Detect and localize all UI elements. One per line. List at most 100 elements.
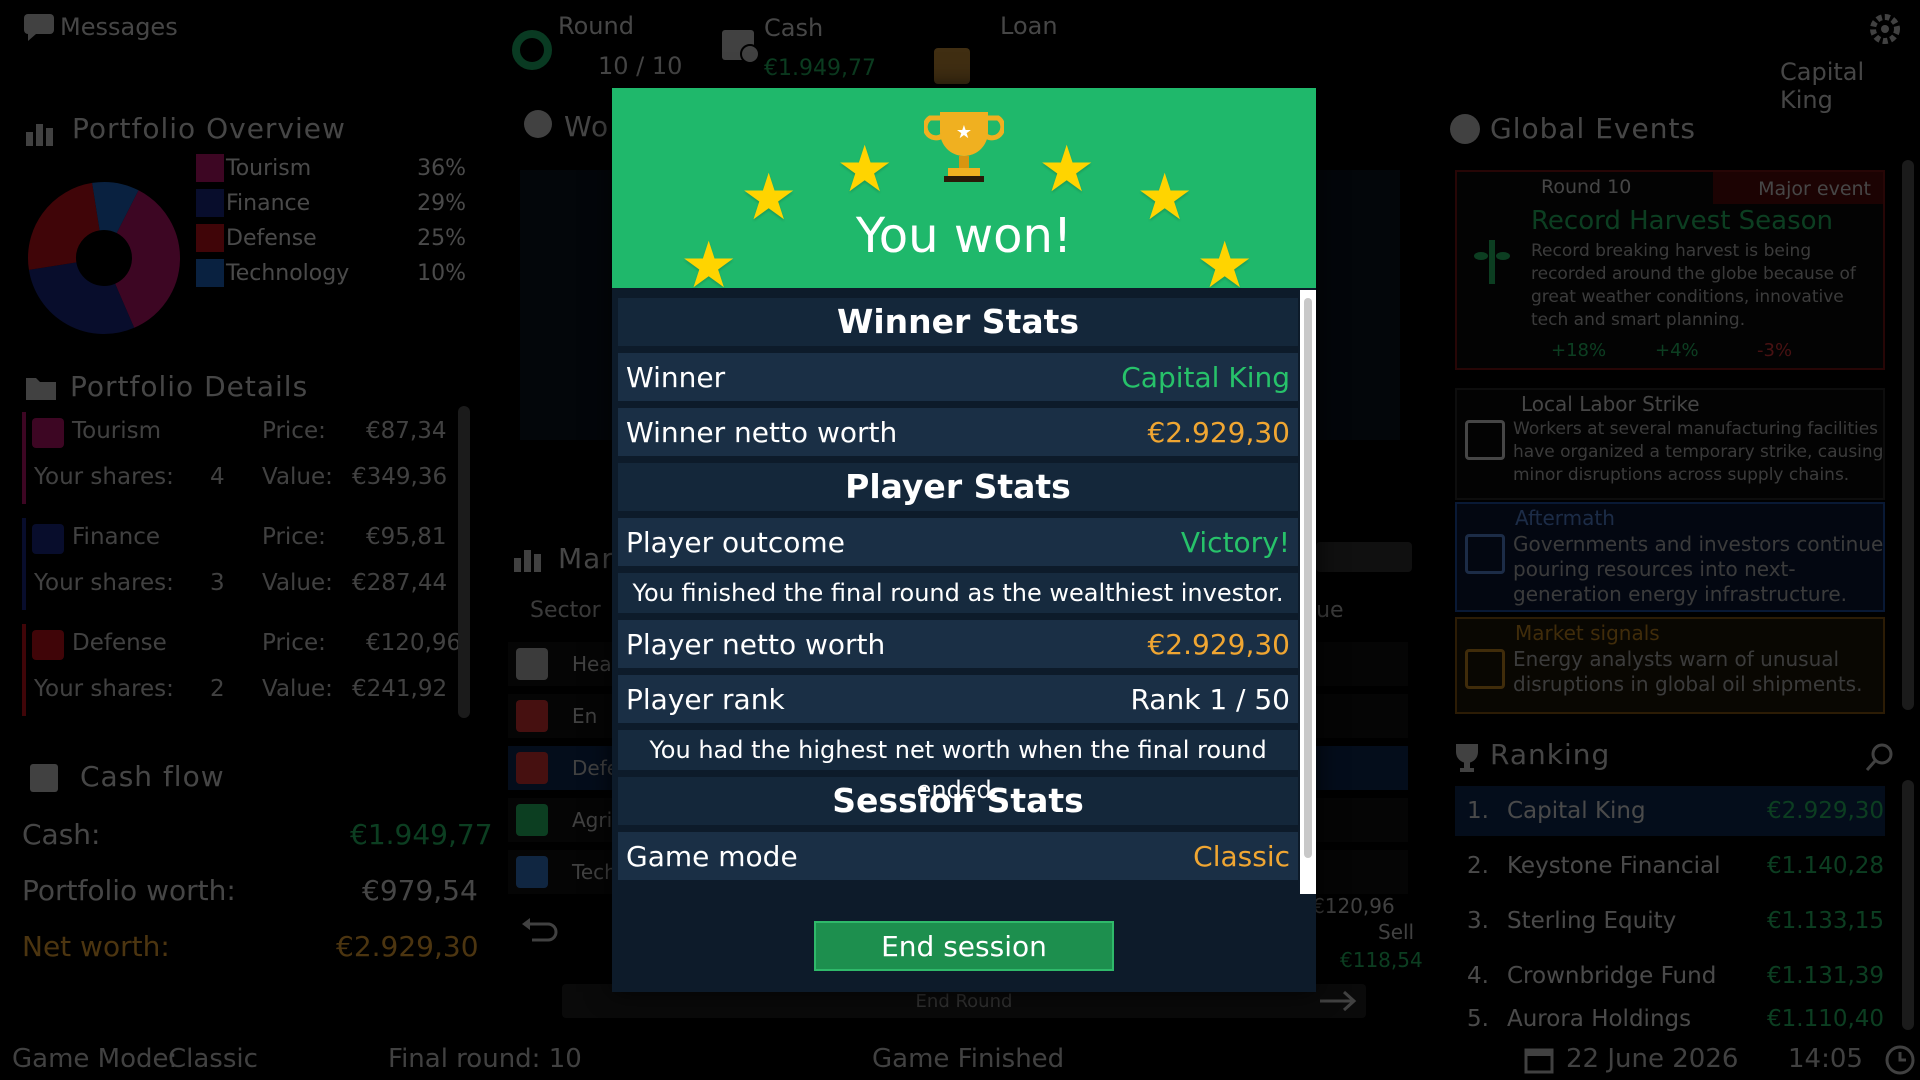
detail-price: €87,34 [366, 418, 447, 444]
ranking-title: Ranking [1490, 738, 1611, 771]
rank-value: €1.131,39 [1767, 963, 1885, 989]
event-title: Aftermath [1515, 506, 1615, 530]
loan-label: Loan [1000, 12, 1058, 40]
net-worth-value: €2.929,30 [336, 930, 479, 963]
outcome-label: Player outcome [626, 525, 845, 559]
ranking-row[interactable]: 2. Keystone Financial €1.140,28 [1455, 841, 1885, 891]
effect-health: -3% [1757, 340, 1793, 361]
undo-icon[interactable] [520, 914, 560, 944]
footer-mode-label: Game Mode: [12, 1044, 178, 1074]
winner-stats-title: Winner Stats [618, 298, 1298, 346]
chart-icon [26, 124, 53, 146]
messages-label: Messages [60, 13, 178, 41]
rank-value: €1.140,28 [1767, 853, 1885, 879]
player-name: Capital King [1780, 58, 1865, 114]
detail-shares-label: Your shares: [34, 676, 174, 702]
mode-row: Game mode Classic [618, 832, 1298, 880]
rank-name: Crownbridge Fund [1507, 963, 1717, 989]
event-text: Energy analysts warn of unusual disrupti… [1513, 647, 1863, 696]
legend-label: Finance [226, 190, 311, 216]
legend-pct: 25% [417, 225, 466, 251]
detail-name: Finance [72, 524, 160, 550]
stats-scroll-area[interactable]: Winner Stats Winner Capital King Winner … [618, 298, 1298, 894]
events-scrollbar[interactable] [1902, 160, 1914, 710]
legend-swatch [196, 259, 224, 287]
settings-gear-icon[interactable] [1868, 12, 1902, 46]
victory-title: You won! [855, 208, 1073, 264]
sector-icon [516, 648, 548, 680]
market-filter-dropdown[interactable] [1316, 542, 1412, 572]
event-card[interactable]: Aftermath Governments and investors cont… [1455, 502, 1885, 612]
portfolio-worth-label: Portfolio worth: [22, 874, 236, 907]
rank-position: 4. [1467, 963, 1489, 989]
market-sector-name: Heal [572, 652, 618, 676]
sector-header: Sector [530, 598, 601, 623]
stats-scroll-thumb[interactable] [1304, 298, 1312, 858]
detail-price: €120,96 [366, 630, 462, 656]
major-event-card[interactable]: Round 10 Major event Record Harvest Seas… [1455, 170, 1885, 370]
legend-item: Finance 29% [196, 189, 466, 217]
messages-button[interactable]: Messages [22, 12, 178, 42]
event-card[interactable]: Local Labor Strike Workers at several ma… [1455, 388, 1885, 500]
portfolio-details-scrollbar[interactable] [458, 406, 470, 718]
loan-button[interactable] [934, 48, 970, 84]
rank-name: Capital King [1507, 798, 1646, 824]
sub-value: €118,54 [1340, 948, 1423, 972]
player-stats-title: Player Stats [618, 463, 1298, 511]
detail-shares: 4 [210, 464, 225, 490]
detail-shares-label: Your shares: [34, 464, 174, 490]
rank-note: You had the highest net worth when the f… [618, 730, 1298, 804]
cash-register-icon [722, 30, 760, 64]
cash-flow-title: Cash flow [80, 760, 225, 793]
event-title: Local Labor Strike [1521, 392, 1700, 416]
clock-icon [1885, 1045, 1915, 1075]
detail-value-label: Value: [262, 676, 333, 702]
end-round-label: End Round [915, 990, 1013, 1012]
footer-final-round: Final round: 10 [388, 1044, 582, 1074]
victory-modal: ★ ★ ★ ★ ★ ★ ★ You won! Winner Stats Winn… [612, 88, 1316, 992]
round-progress-icon [512, 30, 552, 70]
major-event-title: Record Harvest Season [1531, 206, 1834, 236]
color-bar [22, 624, 26, 716]
major-event-text: Record breaking harvest is being recorde… [1531, 241, 1856, 330]
detail-shares: 2 [210, 676, 225, 702]
rank-value: €1.133,15 [1767, 908, 1885, 934]
stats-scrollbar[interactable] [1300, 290, 1316, 894]
sell-label[interactable]: Sell [1378, 920, 1414, 944]
messages-icon [24, 14, 54, 41]
legend-pct: 36% [417, 155, 466, 181]
color-bar [22, 412, 26, 504]
event-card[interactable]: Market signals Energy analysts warn of u… [1455, 617, 1885, 714]
detail-price-label: Price: [262, 524, 326, 550]
detail-value: €241,92 [352, 676, 448, 702]
search-icon[interactable] [1864, 742, 1896, 774]
ranking-row[interactable]: 3. Sterling Equity €1.133,15 [1455, 896, 1885, 946]
globe-icon [1450, 114, 1480, 144]
ranking-scrollbar[interactable] [1902, 780, 1914, 1030]
detail-value: €287,44 [352, 570, 448, 596]
winner-worth-value: €2.929,30 [1147, 415, 1290, 449]
footer-status: Game Finished [872, 1044, 1065, 1074]
portfolio-worth-value: €979,54 [362, 874, 478, 907]
ranking-row[interactable]: 4. Crownbridge Fund €1.131,39 [1455, 951, 1885, 1001]
star-icon: ★ [1038, 133, 1096, 207]
event-text: Workers at several manufacturing facilit… [1513, 419, 1884, 485]
donut-slice-defense [28, 182, 101, 270]
market-sector-name: Tech [572, 860, 617, 884]
legend-label: Technology [226, 260, 350, 286]
portfolio-overview-title: Portfolio Overview [72, 112, 346, 145]
wheat-icon [1474, 240, 1510, 284]
winner-value: Capital King [1121, 360, 1290, 394]
ranking-row[interactable]: 1. Capital King €2.929,30 [1455, 786, 1885, 836]
end-session-button[interactable]: End session [814, 921, 1114, 971]
detail-price-label: Price: [262, 418, 326, 444]
detail-name: Defense [72, 630, 167, 656]
round-value: 10 / 10 [598, 52, 683, 80]
trophy-icon: ★ [924, 112, 1004, 182]
ranking-row[interactable]: 5. Aurora Holdings €1.110,40 [1455, 1006, 1885, 1034]
globe-icon [524, 110, 552, 138]
legend-swatch [196, 224, 224, 252]
outcome-value: Victory! [1180, 525, 1290, 559]
outcome-row: Player outcome Victory! [618, 518, 1298, 566]
signal-icon [1465, 649, 1505, 689]
